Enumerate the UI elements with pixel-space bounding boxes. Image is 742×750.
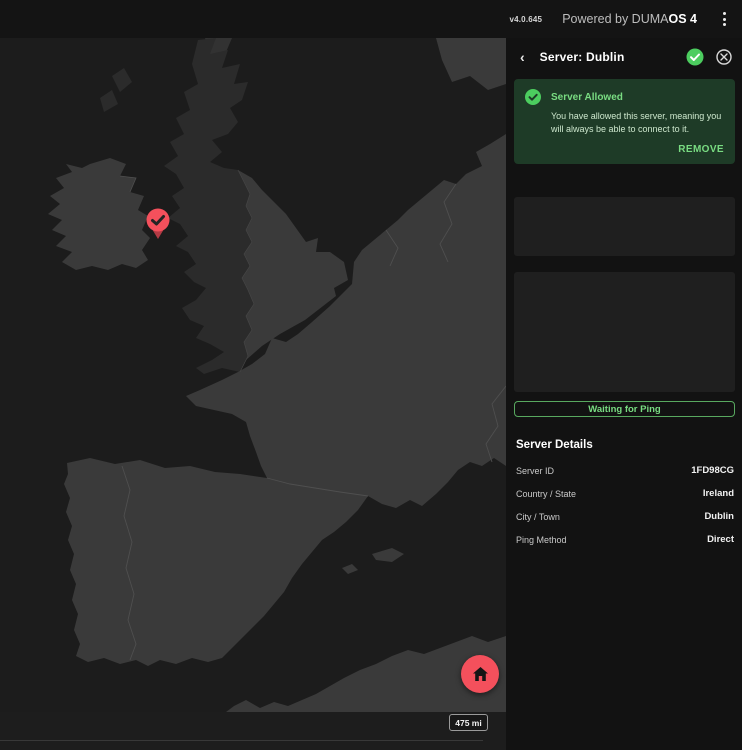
graph-placeholder-1 (514, 197, 735, 256)
alert-body-text: You have allowed this server, meaning yo… (551, 110, 724, 135)
server-details-rows: Server ID 1FD98CG Country / State Irelan… (506, 459, 742, 551)
detail-row-city-town: City / Town Dublin (506, 505, 742, 528)
powered-by-text: Powered by DUMA (562, 12, 668, 26)
map-landmass-graphic (0, 38, 506, 712)
alert-title: Server Allowed (551, 92, 623, 103)
detail-label: Server ID (516, 466, 554, 476)
detail-label: Country / State (516, 489, 576, 499)
powered-by-brand: Powered by DUMAOS 4 (562, 12, 697, 26)
kebab-menu-icon[interactable] (717, 8, 732, 30)
server-detail-panel: ‹ Server: Dublin Serve (506, 38, 742, 750)
detail-value: Ireland (703, 488, 734, 499)
detail-row-country-state: Country / State Ireland (506, 482, 742, 505)
detail-value: Dublin (704, 511, 734, 522)
map-scale-control: 475 mi (449, 714, 488, 731)
server-details-heading: Server Details (506, 439, 742, 451)
detail-value: 1FD98CG (691, 465, 734, 476)
detail-value: Direct (707, 534, 734, 545)
server-marker-pin[interactable] (144, 205, 172, 241)
app-window: v4.0.645 Powered by DUMAOS 4 (0, 0, 742, 750)
map-footer-divider (0, 740, 483, 741)
remove-button[interactable]: REMOVE (525, 144, 724, 155)
header-action-icons (686, 48, 732, 66)
world-map[interactable] (0, 38, 506, 712)
map-footer-bar: 475 mi (0, 712, 506, 750)
detail-label: City / Town (516, 512, 560, 522)
recenter-home-button[interactable] (461, 655, 499, 693)
server-allowed-alert: Server Allowed You have allowed this ser… (514, 79, 735, 164)
home-icon (473, 667, 488, 681)
version-label: v4.0.645 (509, 15, 542, 24)
waiting-for-ping-button[interactable]: Waiting for Ping (514, 401, 735, 417)
panel-title: Server: Dublin (540, 50, 625, 64)
detail-row-ping-method: Ping Method Direct (506, 528, 742, 551)
detail-label: Ping Method (516, 535, 567, 545)
panel-header: ‹ Server: Dublin (506, 38, 742, 76)
map-pin-check-icon (144, 205, 172, 241)
back-button[interactable]: ‹ (518, 48, 527, 66)
brand-bold-text: OS 4 (669, 12, 698, 26)
block-cross-circle-icon[interactable] (716, 49, 732, 65)
detail-row-server-id: Server ID 1FD98CG (506, 459, 742, 482)
server-details-section: Server Details Server ID 1FD98CG Country… (506, 439, 742, 551)
top-bar: v4.0.645 Powered by DUMAOS 4 (0, 0, 742, 38)
alert-header: Server Allowed (525, 89, 724, 105)
check-circle-icon (525, 89, 541, 105)
allow-check-circle-icon[interactable] (686, 48, 704, 66)
graph-placeholder-2 (514, 272, 735, 392)
